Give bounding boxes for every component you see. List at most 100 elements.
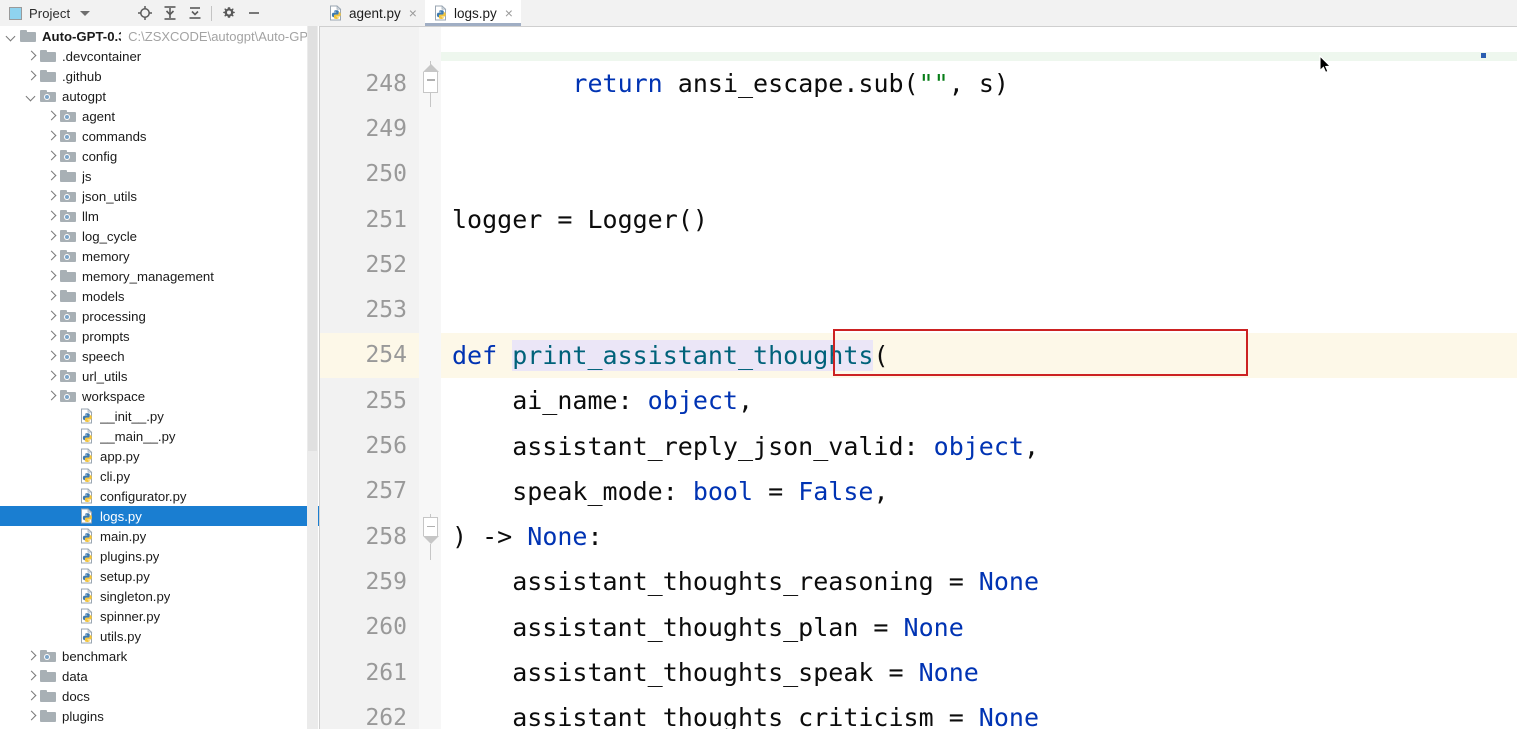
fold-cell[interactable]: [419, 695, 441, 729]
fold-start-icon[interactable]: [422, 516, 439, 544]
chevron-right-icon[interactable]: [46, 251, 57, 262]
code-line[interactable]: 252: [320, 242, 1517, 287]
fold-cell[interactable]: [419, 242, 441, 287]
tree-row[interactable]: plugins: [0, 706, 320, 726]
tree-row[interactable]: __main__.py: [0, 426, 320, 446]
tree-row[interactable]: memory_management: [0, 266, 320, 286]
tree-row[interactable]: .github: [0, 66, 320, 86]
close-icon[interactable]: ×: [505, 6, 513, 20]
tree-row[interactable]: configurator.py: [0, 486, 320, 506]
code-text[interactable]: [441, 287, 1517, 332]
tree-row[interactable]: agent: [0, 106, 320, 126]
tab-agent-py[interactable]: agent.py ×: [320, 0, 425, 26]
tree-row[interactable]: memory: [0, 246, 320, 266]
tree-row[interactable]: Auto-GPT-0.3.1 C:\ZSXCODE\autogpt\Auto-GP…: [0, 26, 320, 46]
chevron-down-icon[interactable]: [26, 91, 37, 102]
chevron-right-icon[interactable]: [46, 391, 57, 402]
tree-row[interactable]: workspace: [0, 386, 320, 406]
tree-row[interactable]: speech: [0, 346, 320, 366]
fold-cell[interactable]: [419, 61, 441, 107]
tree-row[interactable]: llm: [0, 206, 320, 226]
tree-row[interactable]: log_cycle: [0, 226, 320, 246]
code-line[interactable]: 256 assistant_reply_json_valid: object,: [320, 423, 1517, 468]
code-line[interactable]: 248 return ansi_escape.sub("", s): [320, 61, 1517, 107]
fold-cell[interactable]: [419, 605, 441, 650]
fold-cell[interactable]: [419, 197, 441, 242]
chevron-right-icon[interactable]: [26, 71, 37, 82]
fold-cell[interactable]: [419, 378, 441, 423]
tree-row[interactable]: prompts: [0, 326, 320, 346]
tree-row[interactable]: autogpt: [0, 86, 320, 106]
chevron-right-icon[interactable]: [46, 311, 57, 322]
tree-row[interactable]: spinner.py: [0, 606, 320, 626]
tree-row[interactable]: url_utils: [0, 366, 320, 386]
fold-cell[interactable]: [419, 106, 441, 151]
chevron-right-icon[interactable]: [46, 151, 57, 162]
code-text[interactable]: [441, 242, 1517, 287]
code-text[interactable]: [441, 152, 1517, 197]
chevron-right-icon[interactable]: [26, 51, 37, 62]
tree-row[interactable]: __init__.py: [0, 406, 320, 426]
code-text[interactable]: assistant_thoughts_plan = None: [441, 605, 1517, 650]
tree-row[interactable]: benchmark: [0, 646, 320, 666]
chevron-right-icon[interactable]: [46, 131, 57, 142]
code-text[interactable]: return ansi_escape.sub("", s): [441, 61, 1517, 106]
tree-row[interactable]: commands: [0, 126, 320, 146]
code-line[interactable]: 257 speak_mode: bool = False,: [320, 469, 1517, 514]
tree-row[interactable]: app.py: [0, 446, 320, 466]
chevron-down-icon[interactable]: [6, 31, 17, 42]
expand-all-icon[interactable]: [157, 1, 182, 25]
code-line[interactable]: 254 def print_assistant_thoughts(: [320, 332, 1517, 379]
tree-row[interactable]: config: [0, 146, 320, 166]
chevron-right-icon[interactable]: [26, 691, 37, 702]
code-text[interactable]: assistant_reply_json_valid: object,: [441, 423, 1517, 468]
tree-row[interactable]: models: [0, 286, 320, 306]
chevron-right-icon[interactable]: [46, 171, 57, 182]
code-text[interactable]: assistant_thoughts_reasoning = None: [441, 559, 1517, 604]
code-line[interactable]: 250: [320, 152, 1517, 197]
code-editor[interactable]: 248 return ansi_escape.sub("", s) 249 250 2…: [320, 26, 1517, 729]
code-text[interactable]: def print_assistant_thoughts(: [441, 332, 1517, 379]
sidebar-scrollbar-track[interactable]: [307, 26, 318, 729]
tree-row-selected[interactable]: logs.py: [0, 506, 320, 526]
fold-cell[interactable]: [419, 513, 441, 560]
code-line[interactable]: 259 assistant_thoughts_reasoning = None: [320, 559, 1517, 604]
sidebar-scrollbar-thumb[interactable]: [308, 26, 317, 451]
tab-logs-py[interactable]: logs.py ×: [424, 0, 521, 26]
code-line[interactable]: 258) -> None:: [320, 513, 1517, 560]
tree-row[interactable]: js: [0, 166, 320, 186]
chevron-right-icon[interactable]: [46, 271, 57, 282]
chevron-right-icon[interactable]: [46, 111, 57, 122]
minimize-icon[interactable]: [241, 1, 266, 25]
code-text[interactable]: logger = Logger(): [441, 197, 1517, 242]
code-text[interactable]: [441, 106, 1517, 151]
tree-row[interactable]: .devcontainer: [0, 46, 320, 66]
collapse-all-icon[interactable]: [182, 1, 207, 25]
tree-row[interactable]: plugins.py: [0, 546, 320, 566]
gear-icon[interactable]: [216, 1, 241, 25]
code-line[interactable]: 255 ai_name: object,: [320, 378, 1517, 423]
locate-icon[interactable]: [132, 1, 157, 25]
chevron-right-icon[interactable]: [46, 191, 57, 202]
code-text[interactable]: ai_name: object,: [441, 378, 1517, 423]
code-text[interactable]: speak_mode: bool = False,: [441, 469, 1517, 514]
code-text[interactable]: ) -> None:: [441, 514, 1517, 559]
tree-row[interactable]: json_utils: [0, 186, 320, 206]
code-text[interactable]: assistant_thoughts_speak = None: [441, 650, 1517, 695]
chevron-right-icon[interactable]: [26, 671, 37, 682]
tree-row[interactable]: cli.py: [0, 466, 320, 486]
code-line[interactable]: 251 logger = Logger(): [320, 197, 1517, 242]
tree-row[interactable]: docs: [0, 686, 320, 706]
fold-cell[interactable]: [419, 469, 441, 514]
code-line[interactable]: 261 assistant_thoughts_speak = None: [320, 650, 1517, 695]
code-line[interactable]: 249: [320, 106, 1517, 151]
code-line[interactable]: 262 assistant_thoughts_criticism = None: [320, 695, 1517, 729]
tree-row[interactable]: singleton.py: [0, 586, 320, 606]
tree-row[interactable]: utils.py: [0, 626, 320, 646]
chevron-right-icon[interactable]: [46, 371, 57, 382]
tree-row[interactable]: main.py: [0, 526, 320, 546]
fold-cell[interactable]: [419, 152, 441, 197]
chevron-right-icon[interactable]: [46, 231, 57, 242]
fold-end-icon[interactable]: [422, 64, 439, 93]
chevron-right-icon[interactable]: [46, 291, 57, 302]
